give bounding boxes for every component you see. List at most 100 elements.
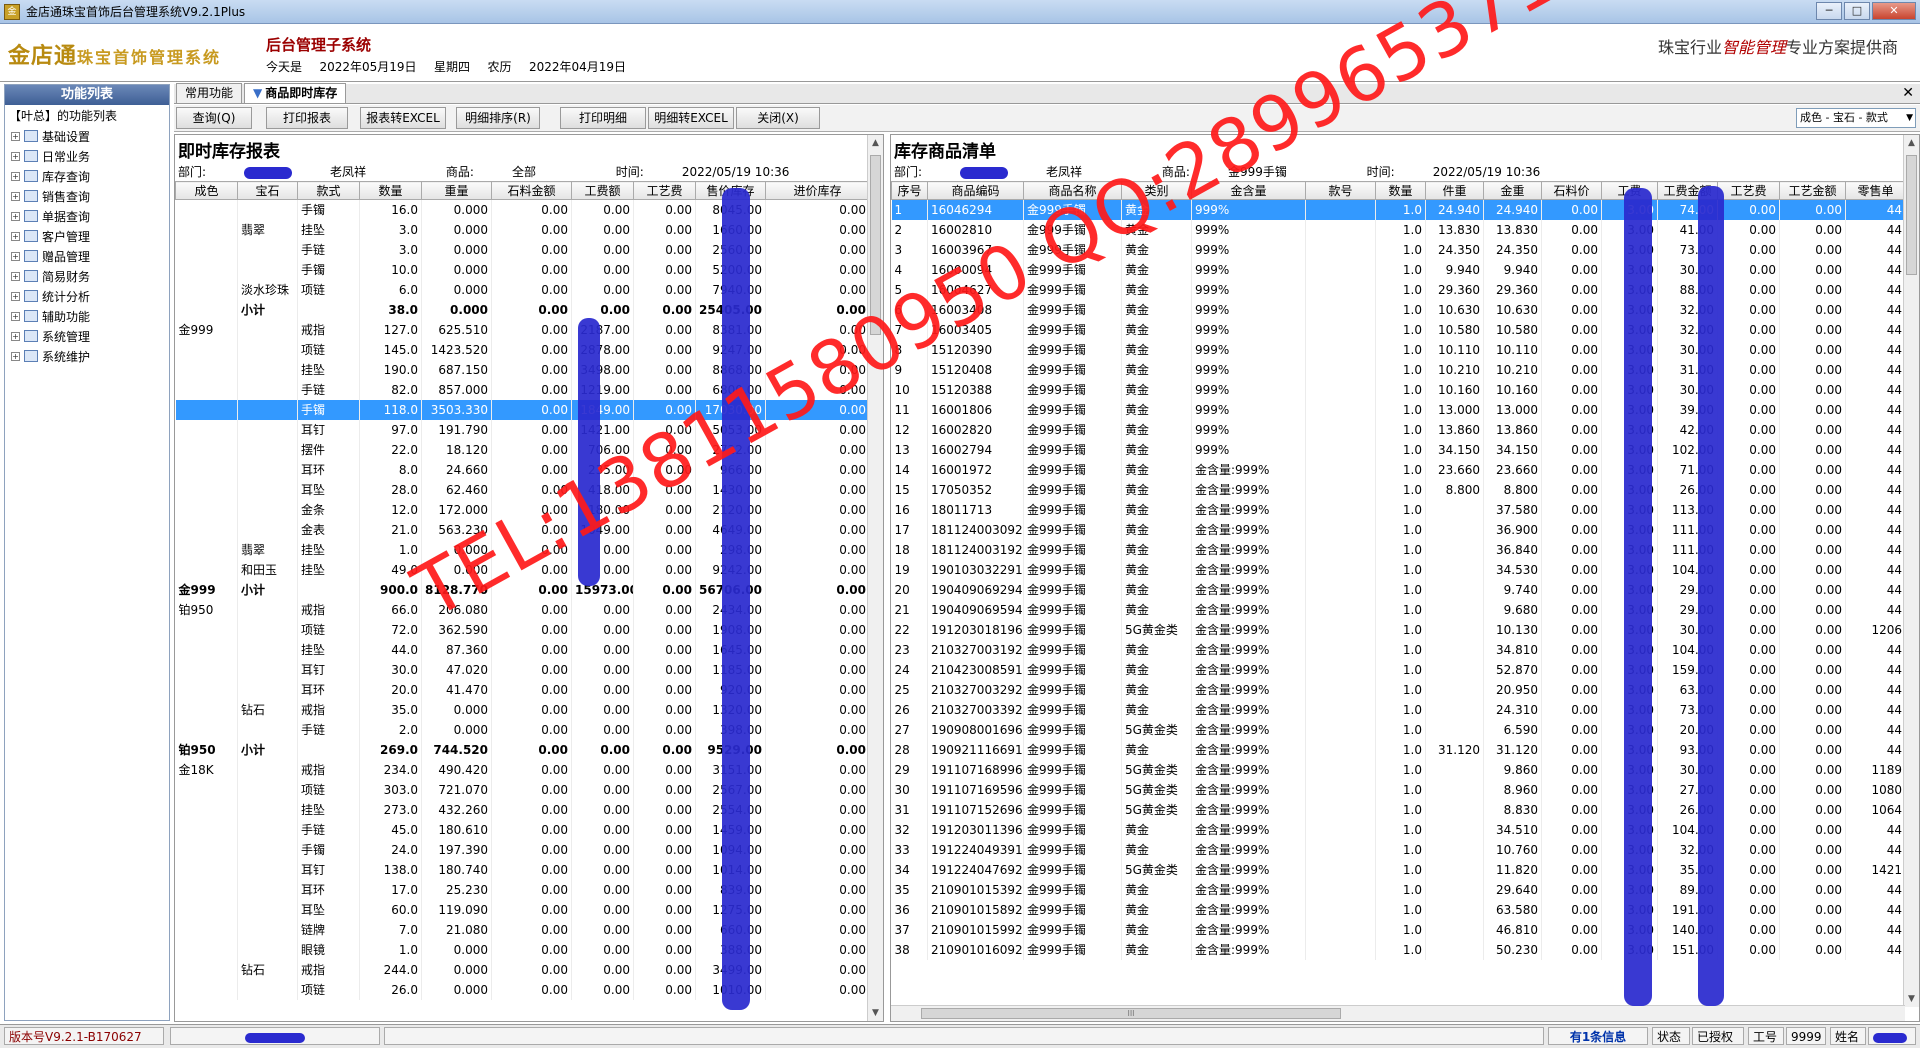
column-header[interactable]: 商品名称 (1023, 181, 1122, 200)
close-button[interactable]: 关闭(X) (736, 107, 820, 129)
table-row[interactable]: 翡翠挂坠3.00.0000.000.000.001660.000.00 (175, 219, 870, 240)
table-row[interactable]: 21 190409069594 金999手镯 黄金 金含量:999% 1.0 9.680 0.… (891, 599, 1906, 620)
table-row[interactable]: 淡水珍珠项链6.00.0000.000.000.007940.000.00 (175, 279, 870, 300)
column-header[interactable]: 宝石 (237, 181, 298, 200)
table-row[interactable]: 28 190921116691 金999手镯 黄金 金含量:999% 1.0 31.120 3… (891, 739, 1906, 760)
table-row[interactable]: 29 191107168996 金999手镯 5G黄金类 金含量:999% 1.0 9.86… (891, 759, 1906, 780)
scroll-down-icon[interactable]: ▼ (1904, 991, 1919, 1007)
table-row[interactable]: 1618011713金999手镯黄金金含量:999%1.037.5800.003… (891, 499, 1906, 520)
table-row[interactable]: 项链26.00.0000.000.000.001010.000.00 (175, 979, 870, 1000)
column-header[interactable]: 重量 (421, 181, 492, 200)
scroll-up-icon[interactable]: ▲ (1904, 135, 1919, 151)
column-header[interactable]: 工艺金额 (1779, 181, 1846, 200)
column-header[interactable]: 类别 (1121, 181, 1192, 200)
table-row[interactable]: 2 16002810 金999手镯 黄金 999% 1.0 13.830 13.830 0.00… (891, 219, 1906, 240)
table-row[interactable]: 钻石戒指35.00.0000.000.000.001320.000.00 (175, 699, 870, 720)
table-row[interactable]: 挂坠190.0687.1500.003498.000.008868.000.00 (175, 359, 870, 380)
column-header[interactable]: 金重 (1483, 181, 1542, 200)
table-row[interactable]: 13 16002794 金999手镯 黄金 999% 1.0 34.150 34.150 0.0… (891, 439, 1906, 460)
sidebar-item[interactable]: + 单据查询 (5, 206, 169, 226)
table-row[interactable]: 12 16002820 金999手镯 黄金 999% 1.0 13.860 13.860 0.0… (891, 419, 1906, 440)
table-row[interactable]: 小计38.00.0000.000.000.0025405.000.00 (175, 299, 870, 320)
expand-icon[interactable]: + (11, 331, 20, 341)
sidebar-item[interactable]: + 日常业务 (5, 146, 169, 166)
table-row[interactable]: 18 181124003192 金999手镯 黄金 金含量:999% 1.0 36.840 0… (891, 539, 1906, 560)
sidebar-item[interactable]: + 系统管理 (5, 326, 169, 346)
report-to-excel-button[interactable]: 报表转EXCEL (360, 107, 446, 129)
table-row[interactable]: 22 191203018196 金999手镯 5G黄金类 金含量:999% 1.0 10.1… (891, 619, 1906, 640)
table-row[interactable]: 31 191107152696 金999手镯 5G黄金类 金含量:999% 1.0 8.83… (891, 799, 1906, 820)
table-row[interactable]: 33 191224049391 金999手镯 黄金 金含量:999% 1.0 10.760 0… (891, 839, 1906, 860)
sidebar-item[interactable]: + 辅助功能 (5, 306, 169, 326)
table-row[interactable]: 手链3.00.0000.000.000.002560.000.00 (175, 239, 870, 260)
table-row[interactable]: 翡翠挂坠1.00.0000.000.000.00298.000.00 (175, 539, 870, 560)
sidebar-item[interactable]: + 赠品管理 (5, 246, 169, 266)
function-tree-root[interactable]: 【叶总】的功能列表 (5, 105, 169, 126)
table-row[interactable]: 眼镜1.00.0000.000.000.00388.000.00 (175, 939, 870, 960)
table-row[interactable]: 金条12.0172.0000.00180.000.002120.000.00 (175, 499, 870, 520)
column-header[interactable]: 工艺费 (633, 181, 696, 200)
table-row[interactable]: 耳环17.025.2300.000.000.00839.000.00 (175, 879, 870, 900)
column-header[interactable]: 商品编码 (927, 181, 1024, 200)
expand-icon[interactable]: + (11, 151, 20, 161)
expand-icon[interactable]: + (11, 351, 20, 361)
detail-sort-button[interactable]: 明细排序(R) (456, 107, 540, 129)
table-row[interactable]: 20 190409069294 金999手镯 黄金 金含量:999% 1.0 9.740 0.… (891, 579, 1906, 600)
sidebar-item[interactable]: + 客户管理 (5, 226, 169, 246)
table-row[interactable]: 25 210327003292 金999手镯 黄金 金含量:999% 1.0 20.950 0… (891, 679, 1906, 700)
stock-items-vscroll[interactable]: ▲ ▼ (1903, 135, 1919, 1007)
table-row[interactable]: 1 16046294 金999手镯 黄金 999% 1.0 24.940 24.940 0.00… (891, 199, 1906, 220)
stock-items-hscroll[interactable]: III (891, 1005, 1905, 1021)
stock-report-vscroll[interactable]: ▲ ▼ (867, 135, 883, 1021)
table-row[interactable]: 钻石戒指244.00.0000.000.000.003499.000.00 (175, 959, 870, 980)
table-row[interactable]: 6 16003408 金999手镯 黄金 999% 1.0 10.630 10.630 0.00… (891, 299, 1906, 320)
table-row[interactable]: 7 16003405 金999手镯 黄金 999% 1.0 10.580 10.580 0.00… (891, 319, 1906, 340)
sidebar-item[interactable]: + 库存查询 (5, 166, 169, 186)
table-row[interactable]: 耳坠60.0119.0900.000.000.001275.000.00 (175, 899, 870, 920)
table-row[interactable]: 摆件22.018.1200.00706.000.002722.000.00 (175, 439, 870, 460)
table-row[interactable]: 耳钉138.0180.7400.000.000.001014.000.00 (175, 859, 870, 880)
table-row[interactable]: 手镯118.03503.3300.001849.000.0017030.000.… (175, 399, 870, 420)
sidebar-item[interactable]: + 简易财务 (5, 266, 169, 286)
print-detail-button[interactable]: 打印明细 (560, 107, 646, 129)
table-row[interactable]: 项链72.0362.5900.000.000.001908.000.00 (175, 619, 870, 640)
table-row[interactable]: 金999戒指127.0625.5100.002187.000.008381.00… (175, 319, 870, 340)
table-row[interactable]: 和田玉挂坠49.00.0000.000.000.009242.000.00 (175, 559, 870, 580)
close-window-button[interactable]: ✕ (1872, 2, 1916, 20)
column-header[interactable]: 序号 (891, 181, 928, 200)
table-row[interactable]: 手链2.00.0000.000.000.00398.000.00 (175, 719, 870, 740)
detail-to-excel-button[interactable]: 明细转EXCEL (648, 107, 734, 129)
table-row[interactable]: 挂坠44.087.3600.000.000.001645.000.00 (175, 639, 870, 660)
message-info[interactable]: 有1条信息 (1548, 1027, 1648, 1045)
table-row[interactable]: 416000094金999手镯黄金999%1.09.9409.9400.003.… (891, 259, 1906, 280)
print-report-button[interactable]: 打印报表 (266, 107, 348, 129)
sidebar-item[interactable]: + 基础设置 (5, 126, 169, 146)
table-row[interactable]: 30 191107169596 金999手镯 5G黄金类 金含量:999% 1.0 8.96… (891, 779, 1906, 800)
column-header[interactable]: 成色 (175, 181, 238, 200)
table-row[interactable]: 35 210901015392 金999手镯 黄金 金含量:999% 1.0 29.640 0… (891, 879, 1906, 900)
table-row[interactable]: 17 181124003092 金999手镯 黄金 金含量:999% 1.0 36.900 0… (891, 519, 1906, 540)
column-header[interactable]: 款式 (297, 181, 360, 200)
column-header[interactable]: 石料价 (1541, 181, 1602, 200)
sidebar-item[interactable]: + 销售查询 (5, 186, 169, 206)
column-header[interactable]: 进价库存 (765, 181, 870, 200)
table-row[interactable]: 手链45.0180.6100.000.000.001459.000.00 (175, 819, 870, 840)
table-row[interactable]: 耳环8.024.6600.00235.000.00966.000.00 (175, 459, 870, 480)
table-row[interactable]: 38 210901016092 金999手镯 黄金 金含量:999% 1.0 50.230 0… (891, 939, 1906, 960)
close-tab-icon[interactable]: ✕ (1902, 85, 1914, 101)
tab-instant-stock[interactable]: ▼ 商品即时库存 (244, 83, 347, 103)
expand-icon[interactable]: + (11, 311, 20, 321)
table-row[interactable]: 手镯10.00.0000.000.000.005200.000.00 (175, 259, 870, 280)
table-row[interactable]: 手链82.0857.0000.001219.000.006800.000.00 (175, 379, 870, 400)
table-row[interactable]: 手镯24.0197.3900.000.000.001094.000.00 (175, 839, 870, 860)
table-row[interactable]: 19 190103032291 金999手镯 黄金 金含量:999% 1.0 34.530 0… (891, 559, 1906, 580)
sort-order-select[interactable]: 成色 - 宝石 - 款式 ▼ (1796, 108, 1916, 128)
query-button[interactable]: 查询(Q) (176, 107, 252, 129)
minimize-button[interactable]: ─ (1816, 2, 1842, 20)
table-row[interactable]: 27 190908001696 金999手镯 5G黄金类 金含量:999% 1.0 6.59… (891, 719, 1906, 740)
table-row[interactable]: 挂坠273.0432.2600.000.000.002554.000.00 (175, 799, 870, 820)
expand-icon[interactable]: + (11, 131, 20, 141)
table-row[interactable]: 项链303.0721.0700.000.000.002567.000.00 (175, 779, 870, 800)
table-row[interactable]: 32 191203011396 金999手镯 黄金 金含量:999% 1.0 34.510 0… (891, 819, 1906, 840)
column-header[interactable]: 数量 (359, 181, 422, 200)
